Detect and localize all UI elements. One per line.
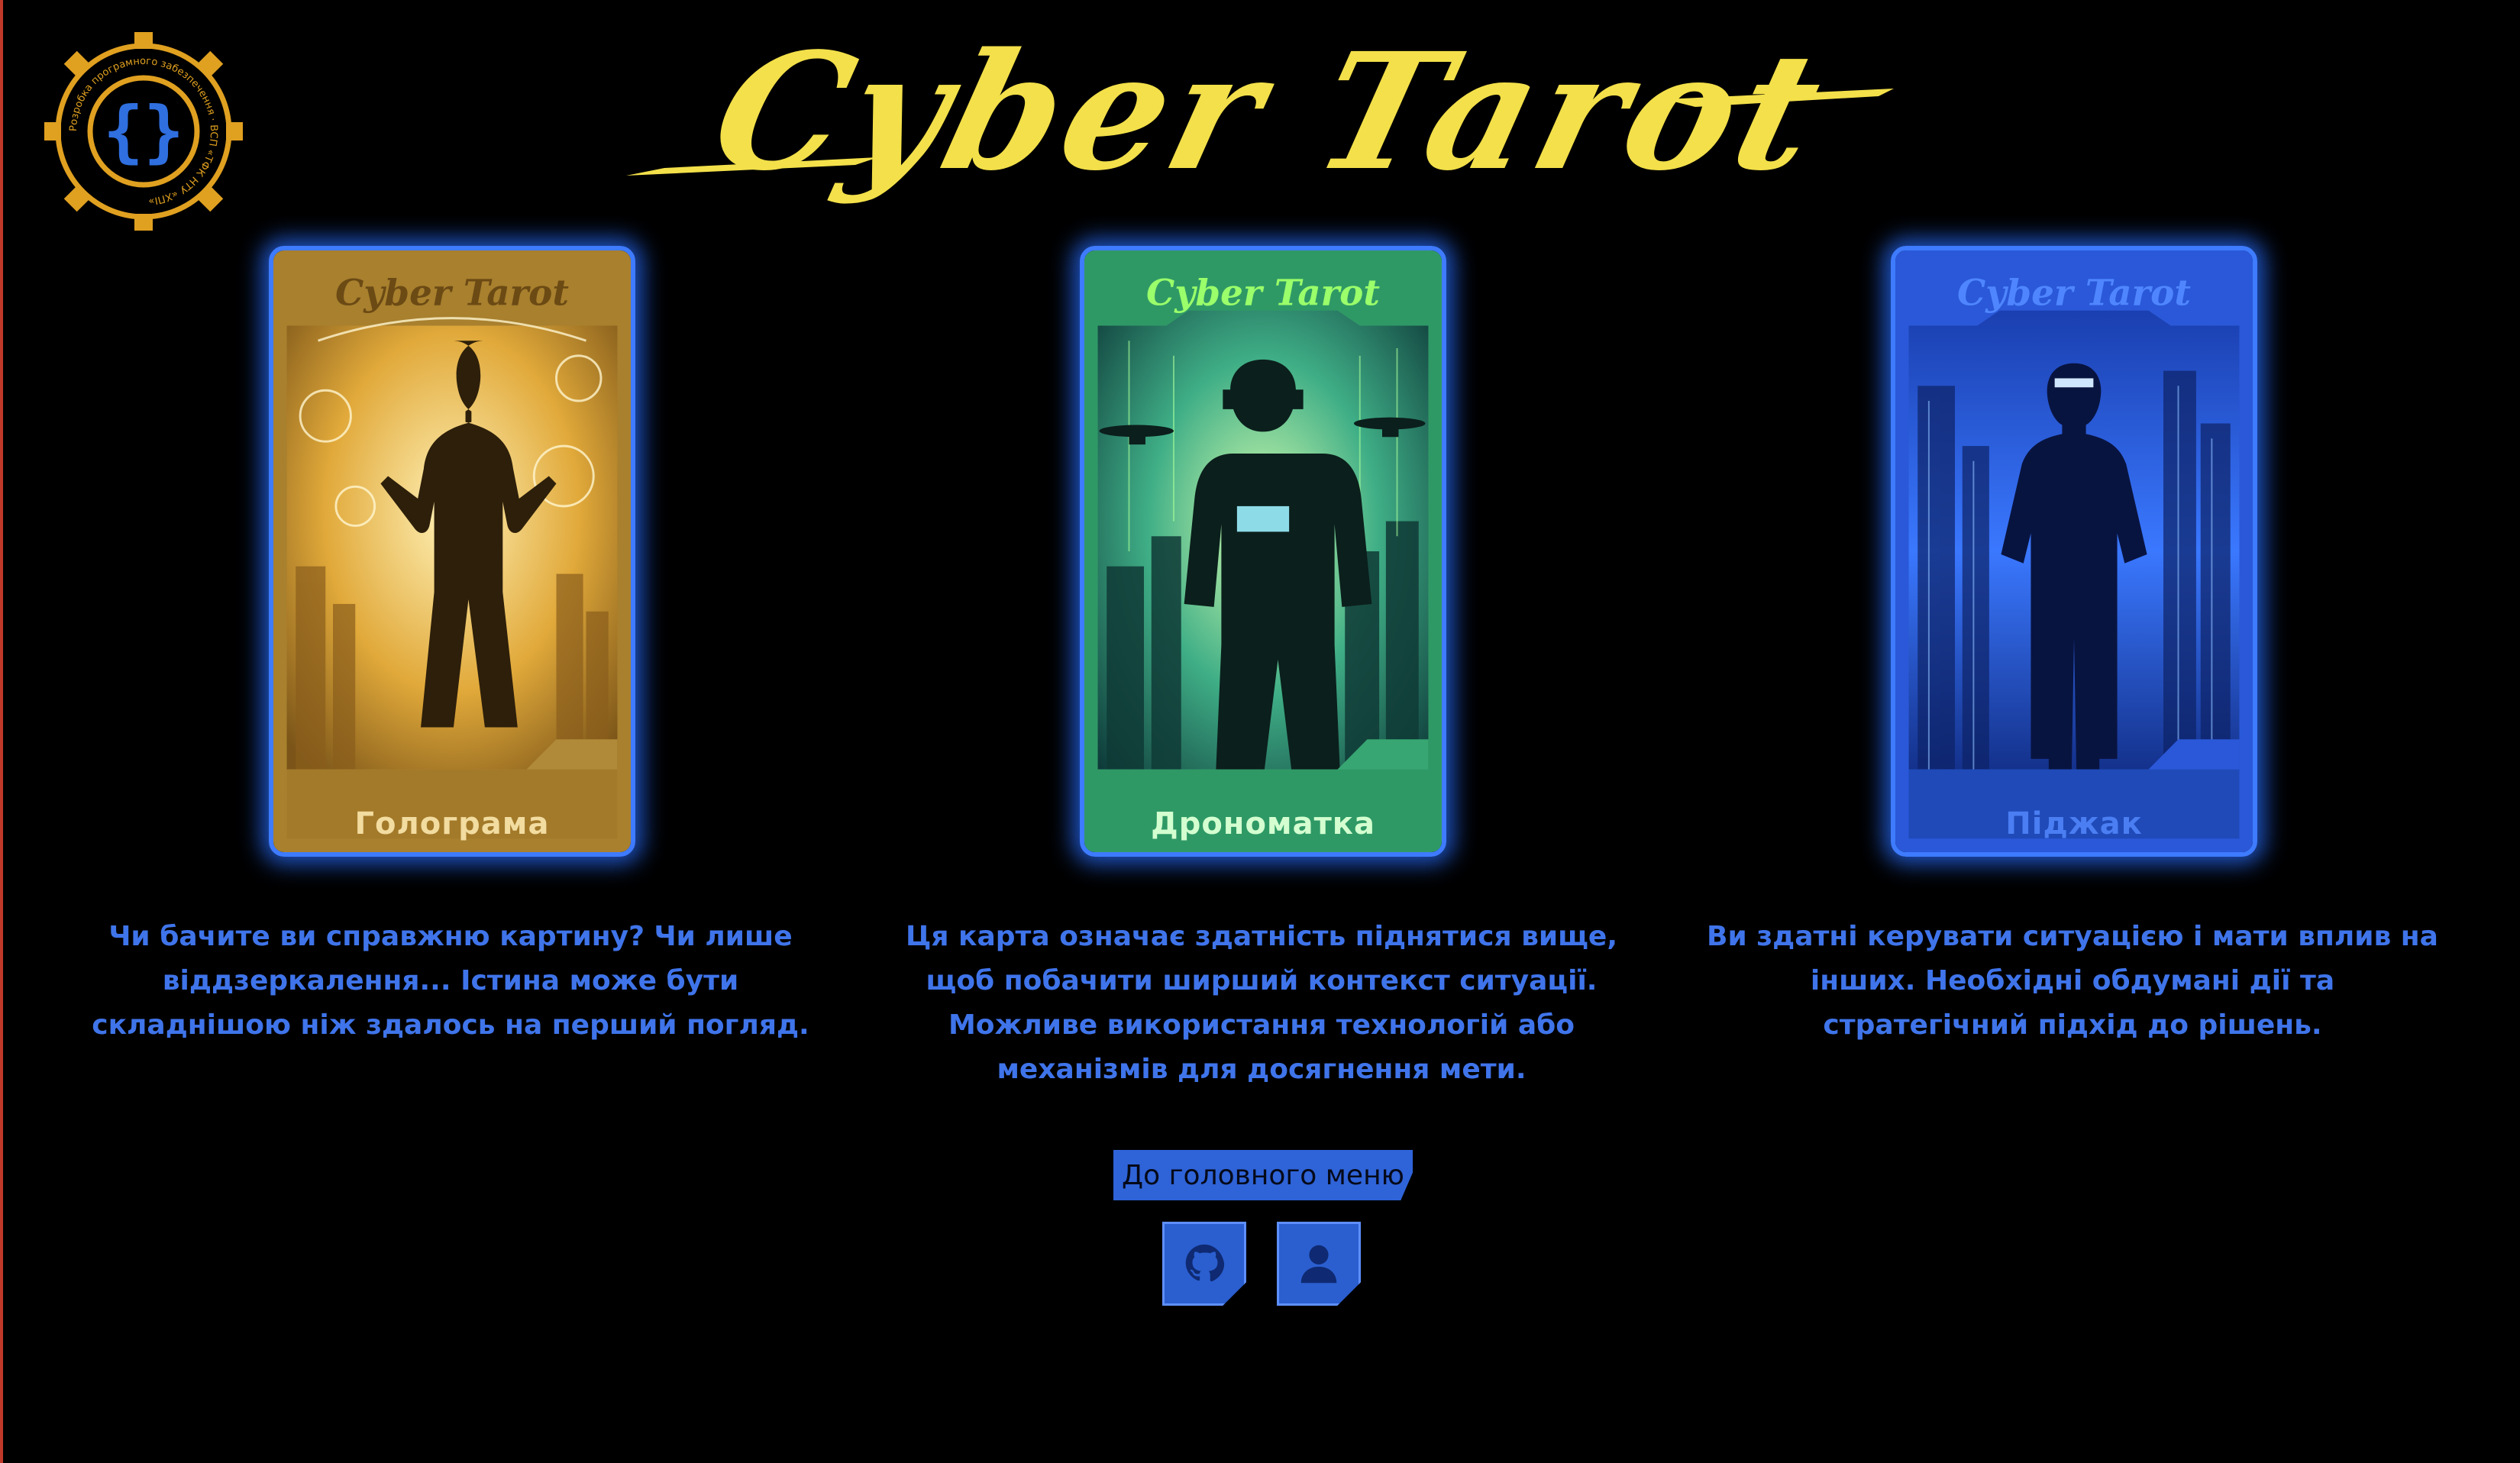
dronomatka-card-art bbox=[1084, 250, 1442, 852]
window-edge bbox=[0, 0, 3, 1463]
card-description-dronomatka: Ця карта означає здатність піднятися вищ… bbox=[905, 921, 1618, 1085]
github-icon bbox=[1185, 1244, 1225, 1282]
card-brand-logo: Cyber Tarot bbox=[1957, 273, 2191, 315]
card-name: Піджак bbox=[2005, 806, 2143, 841]
profile-button[interactable] bbox=[1277, 1222, 1361, 1306]
card-name: Голограма bbox=[354, 806, 550, 841]
user-icon bbox=[1300, 1245, 1337, 1284]
title-text: Cyber Tarot bbox=[696, 18, 1843, 206]
tarot-card-pidzhak[interactable]: Cyber Tarot Піджак bbox=[1891, 246, 2257, 857]
tarot-card-hologram[interactable]: Cyber Tarot Голограма bbox=[269, 246, 635, 857]
tarot-card-dronomatka[interactable]: Cyber Tarot Дрономатка bbox=[1080, 246, 1446, 857]
svg-text:{}: {} bbox=[103, 92, 184, 170]
card-column-pidzhak: Cyber Tarot Піджак bbox=[1883, 246, 2265, 857]
main-menu-button[interactable]: До головного меню bbox=[1113, 1150, 1413, 1200]
card-description-pidzhak: Ви здатні керувати ситуацією і мати впли… bbox=[1707, 921, 2438, 1041]
hologram-card-art bbox=[273, 250, 631, 852]
card-description-hologram: Чи бачите ви справжню картину? Чи лише в… bbox=[92, 921, 809, 1041]
card-brand-logo: Cyber Tarot bbox=[1146, 273, 1380, 315]
pidzhak-card-art bbox=[1895, 250, 2253, 852]
card-brand-logo: Cyber Tarot bbox=[335, 273, 569, 315]
card-column-hologram: Cyber Tarot Голограма bbox=[261, 246, 643, 857]
college-logo[interactable]: Розробка програмного забезпечення · ВСП … bbox=[40, 27, 247, 235]
page-title: Cyber Tarot bbox=[626, 15, 1894, 221]
curly-braces-gear-icon: Розробка програмного забезпечення · ВСП … bbox=[44, 32, 243, 231]
card-brand-text: Cyber Tarot bbox=[1957, 273, 2191, 315]
card-name: Дрономатка bbox=[1151, 806, 1375, 841]
card-brand-text: Cyber Tarot bbox=[1146, 273, 1380, 315]
card-column-dronomatka: Cyber Tarot Дрономатка bbox=[1072, 246, 1454, 857]
github-button[interactable] bbox=[1162, 1222, 1246, 1306]
card-brand-text: Cyber Tarot bbox=[335, 273, 569, 315]
